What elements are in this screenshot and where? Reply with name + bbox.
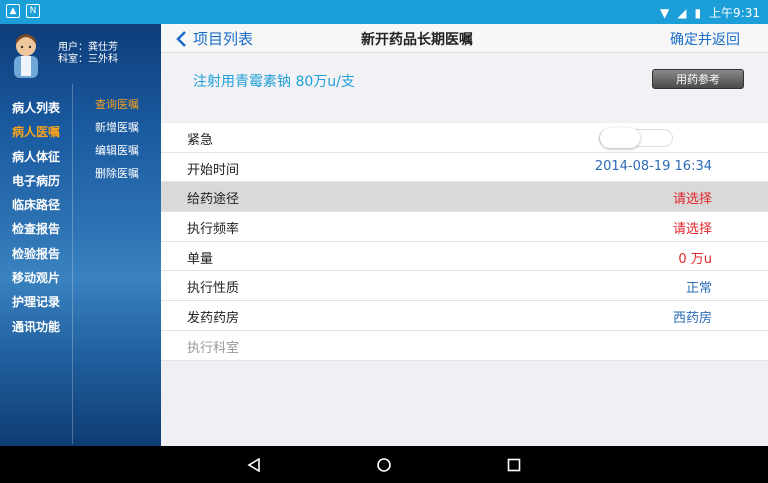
menu-item-clinical-path[interactable]: 临床路径 bbox=[12, 193, 60, 217]
submenu-edit-order[interactable]: 编辑医嘱 bbox=[95, 142, 139, 165]
primary-menu: 病人列表 病人医嘱 病人体征 电子病历 临床路径 检查报告 检验报告 移动观片 … bbox=[12, 96, 60, 339]
back-triangle-icon[interactable] bbox=[247, 458, 261, 472]
android-nav-bar bbox=[0, 446, 768, 483]
chevron-left-icon bbox=[176, 30, 186, 47]
submenu-query-orders[interactable]: 查询医嘱 bbox=[95, 96, 139, 119]
dept-name: 三外科 bbox=[88, 54, 118, 65]
main-panel: 项目列表 新开药品长期医嘱 确定并返回 注射用青霉素钠 80万u/支 用药参考 … bbox=[161, 24, 768, 446]
row-start-time[interactable]: 开始时间 2014-08-19 16:34 bbox=[161, 153, 768, 183]
status-bar: ▲ N ▼ ◢ ▮ 上午9:31 bbox=[0, 0, 768, 24]
row-label: 紧急 bbox=[187, 133, 214, 148]
row-label: 执行频率 bbox=[187, 222, 240, 238]
submenu-delete-order[interactable]: 删除医嘱 bbox=[95, 165, 139, 188]
app-window: 用户：龚仕芳 科室：三外科 病人列表 病人医嘱 病人体征 电子病历 临床路径 检… bbox=[0, 24, 768, 446]
home-circle-icon[interactable] bbox=[377, 458, 391, 472]
user-info: 用户：龚仕芳 科室：三外科 bbox=[58, 42, 118, 65]
confirm-return-button[interactable]: 确定并返回 bbox=[670, 29, 740, 49]
row-label: 给药途径 bbox=[187, 192, 240, 208]
clock: 上午9:31 bbox=[709, 6, 760, 20]
row-urgent: 紧急 bbox=[161, 123, 768, 153]
row-pharmacy[interactable]: 发药药房 西药房 bbox=[161, 301, 768, 331]
dose-value: 0 万u bbox=[678, 251, 712, 267]
route-value: 请选择 bbox=[672, 192, 712, 208]
nav-bar: 项目列表 新开药品长期医嘱 确定并返回 bbox=[161, 24, 768, 53]
menu-item-patient-orders[interactable]: 病人医嘱 bbox=[12, 120, 60, 144]
start-time-value: 2014-08-19 16:34 bbox=[594, 158, 712, 174]
back-label: 项目列表 bbox=[193, 30, 254, 48]
submenu: 查询医嘱 新增医嘱 编辑医嘱 删除医嘱 bbox=[95, 96, 139, 188]
battery-icon: ▮ bbox=[694, 5, 702, 20]
toggle-knob bbox=[600, 128, 640, 148]
row-exec-dept: 执行科室 bbox=[161, 331, 768, 361]
order-form: 紧急 开始时间 2014-08-19 16:34 给药途径 请选择 执行频率 请… bbox=[161, 123, 768, 361]
menu-item-communication[interactable]: 通讯功能 bbox=[12, 315, 60, 339]
page-title: 新开药品长期医嘱 bbox=[361, 32, 473, 48]
row-label: 执行科室 bbox=[187, 340, 240, 356]
back-button[interactable]: 项目列表 bbox=[175, 28, 253, 49]
drug-reference-button[interactable]: 用药参考 bbox=[652, 69, 744, 89]
menu-item-emr[interactable]: 电子病历 bbox=[12, 169, 60, 193]
urgent-toggle[interactable] bbox=[599, 128, 673, 148]
menu-item-nursing-record[interactable]: 护理记录 bbox=[12, 290, 60, 314]
menu-item-lab-report[interactable]: 检验报告 bbox=[12, 242, 60, 266]
menu-item-patient-list[interactable]: 病人列表 bbox=[12, 96, 60, 120]
submenu-add-order[interactable]: 新增医嘱 bbox=[95, 119, 139, 142]
sidebar: 用户：龚仕芳 科室：三外科 病人列表 病人医嘱 病人体征 电子病历 临床路径 检… bbox=[0, 24, 161, 446]
row-frequency[interactable]: 执行频率 请选择 bbox=[161, 212, 768, 242]
user-name: 龚仕芳 bbox=[88, 42, 118, 53]
menu-item-exam-report[interactable]: 检查报告 bbox=[12, 217, 60, 241]
menu-item-mobile-imaging[interactable]: 移动观片 bbox=[12, 266, 60, 290]
n-icon: N bbox=[26, 4, 40, 18]
row-label: 单量 bbox=[187, 251, 214, 267]
row-route[interactable]: 给药途径 请选择 bbox=[161, 182, 768, 213]
row-label: 发药药房 bbox=[187, 311, 240, 327]
row-label: 执行性质 bbox=[187, 281, 240, 297]
drug-name: 注射用青霉素钠 80万u/支 bbox=[193, 74, 355, 90]
row-dose[interactable]: 单量 0 万u bbox=[161, 242, 768, 272]
frequency-value: 请选择 bbox=[672, 222, 712, 238]
pharmacy-value: 西药房 bbox=[672, 311, 712, 327]
avatar bbox=[14, 34, 38, 78]
drug-header: 注射用青霉素钠 80万u/支 用药参考 bbox=[161, 53, 768, 121]
signal-icon: ◢ bbox=[677, 5, 687, 20]
row-exec-type[interactable]: 执行性质 正常 bbox=[161, 271, 768, 302]
wifi-icon: ▼ bbox=[659, 5, 670, 20]
row-label: 开始时间 bbox=[187, 162, 240, 178]
notification-icon: ▲ bbox=[6, 4, 20, 18]
exec-type-value: 正常 bbox=[685, 281, 712, 297]
recents-square-icon[interactable] bbox=[507, 458, 521, 472]
menu-item-patient-vitals[interactable]: 病人体征 bbox=[12, 145, 60, 169]
sidebar-divider bbox=[72, 84, 73, 444]
